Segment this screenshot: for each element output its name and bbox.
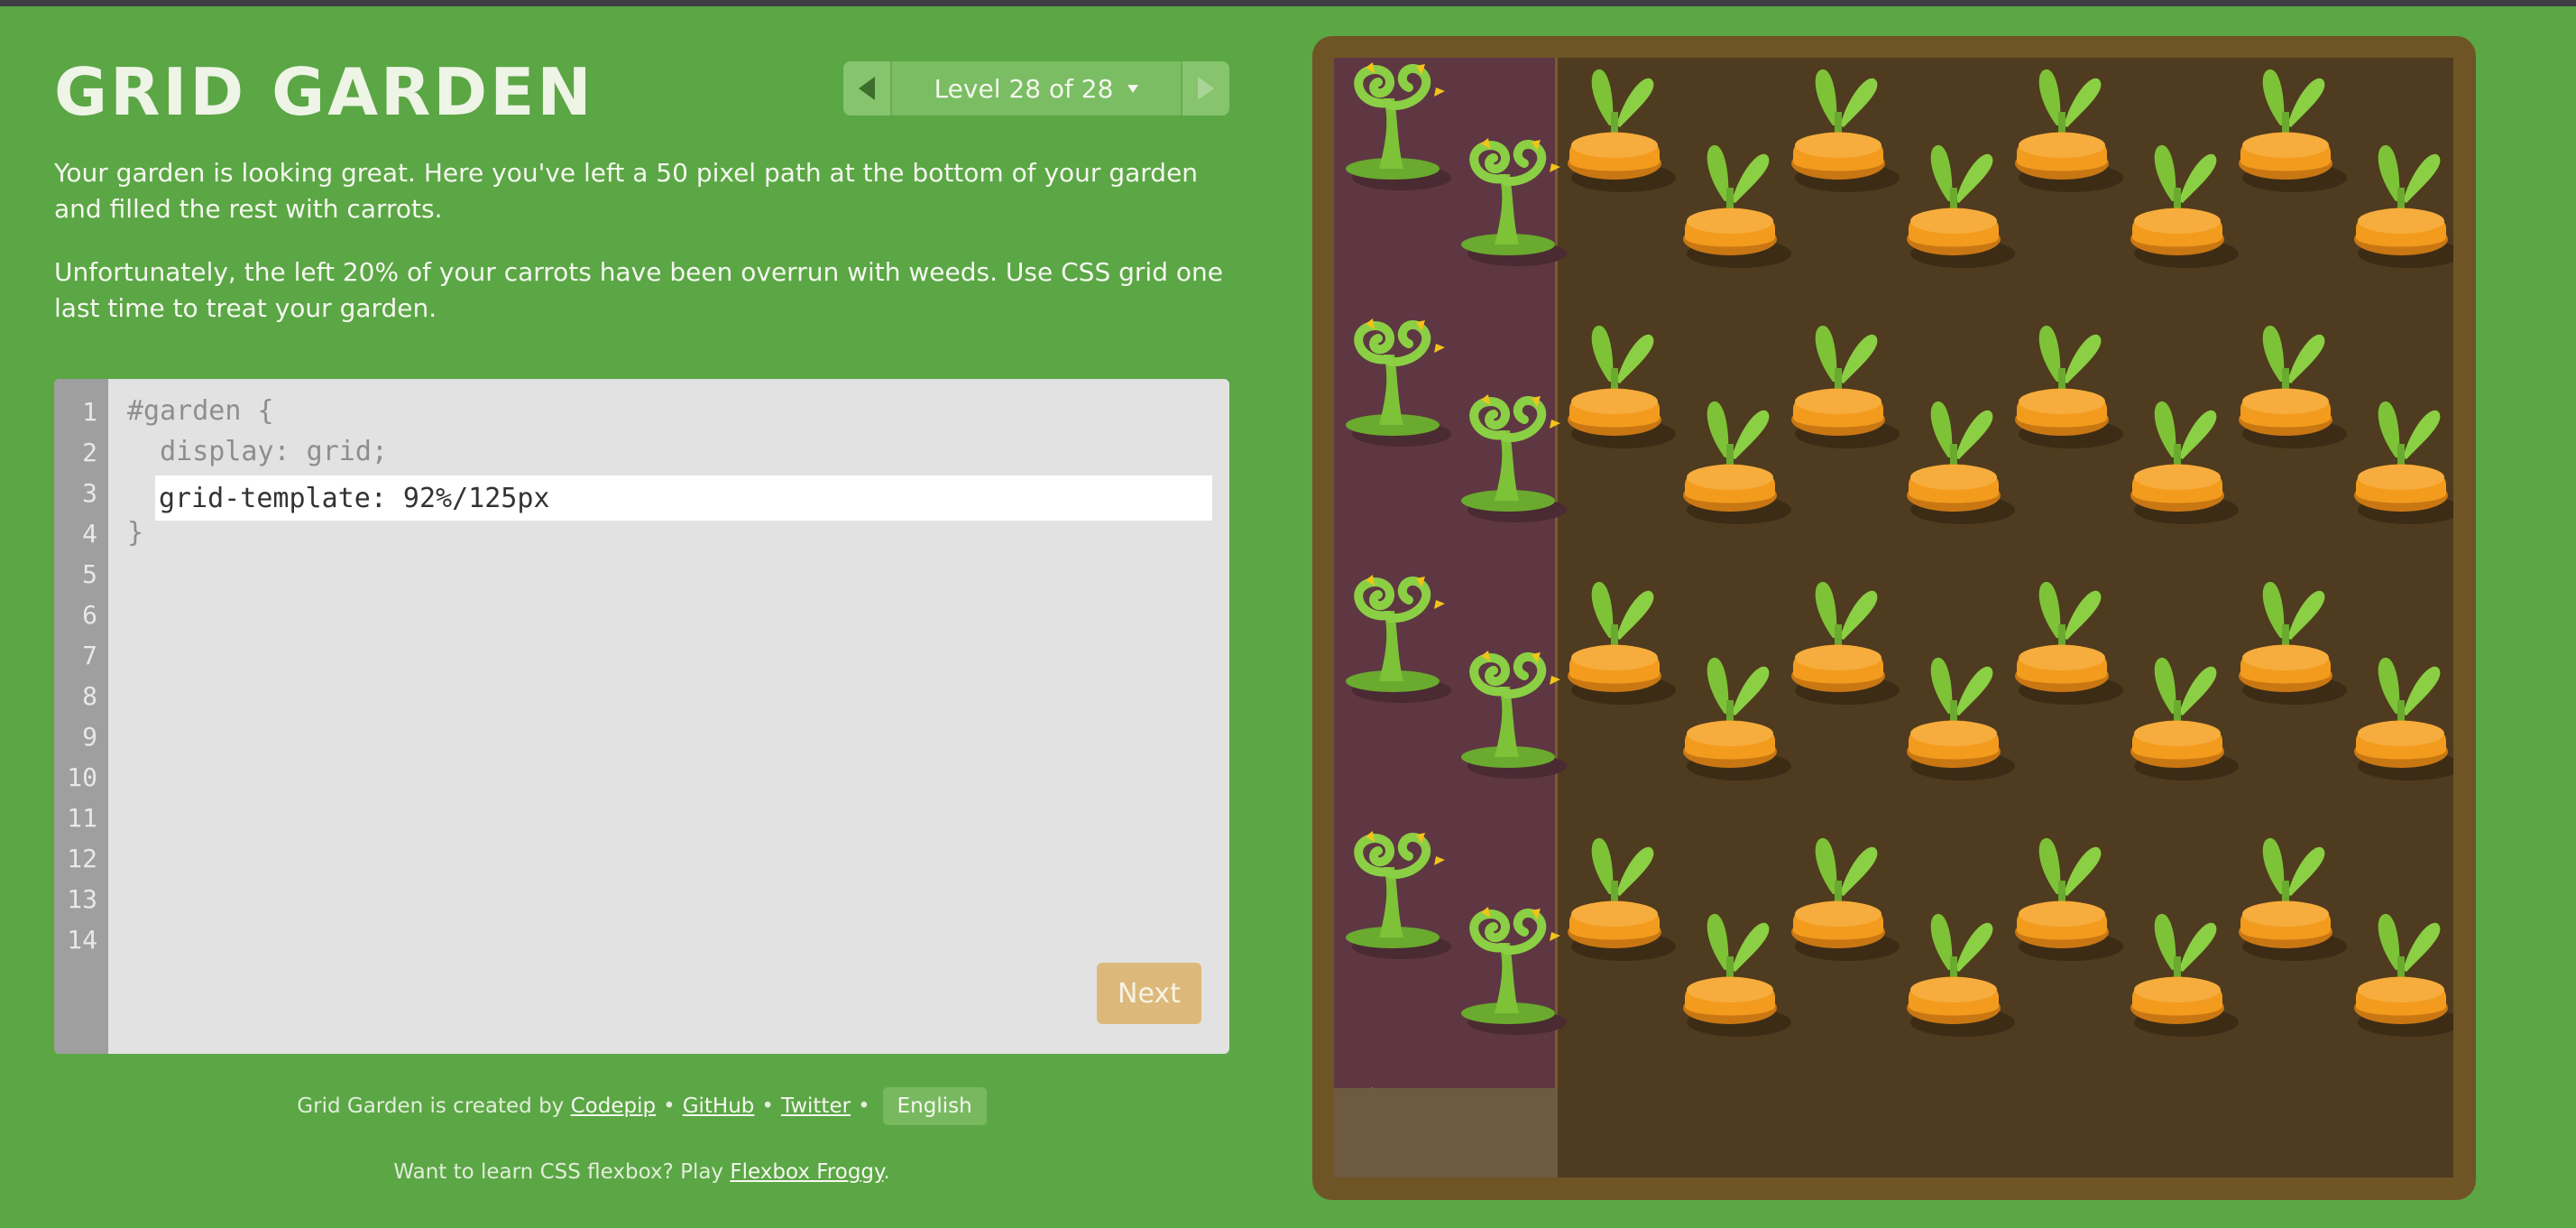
line-number: 14 bbox=[67, 925, 97, 955]
carrot-icon bbox=[2010, 1087, 2127, 1088]
carrot-icon bbox=[1786, 62, 1903, 201]
carrot-icon bbox=[1678, 651, 1795, 789]
next-button[interactable]: Next bbox=[1097, 963, 1201, 1024]
line-number: 10 bbox=[67, 762, 97, 792]
line-number: 6 bbox=[82, 600, 97, 630]
carrot-icon bbox=[1901, 138, 2019, 277]
credits-text: Grid Garden is created by bbox=[297, 1094, 565, 1118]
instruction-paragraph-1: Your garden is looking great. Here you'v… bbox=[54, 158, 1199, 224]
separator: • bbox=[761, 1094, 774, 1118]
app-title: GRID GARDEN bbox=[54, 54, 594, 130]
carrot-icon bbox=[2349, 651, 2453, 789]
caret-down-icon bbox=[1127, 84, 1139, 93]
code-line-selector: #garden { bbox=[127, 395, 274, 427]
browser-top-bar bbox=[0, 0, 2576, 6]
separator: • bbox=[858, 1094, 870, 1118]
instructions: Your garden is looking great. Here you'v… bbox=[54, 155, 1227, 354]
carrot-icon bbox=[2125, 394, 2242, 533]
flexbox-prompt: Want to learn CSS flexbox? Play bbox=[393, 1160, 724, 1184]
line-number-gutter: 1 2 3 4 5 6 7 8 9 10 11 12 13 14 bbox=[54, 379, 108, 1054]
carrot-icon bbox=[2233, 62, 2351, 201]
line-number: 3 bbox=[82, 478, 97, 508]
line-number: 2 bbox=[82, 438, 97, 467]
flexbox-promo: Want to learn CSS flexbox? Play Flexbox … bbox=[54, 1160, 1229, 1184]
carrot-icon bbox=[1562, 62, 1679, 201]
weed-icon bbox=[1339, 1087, 1474, 1088]
next-level-arrow-button[interactable] bbox=[1181, 61, 1229, 115]
line-number: 7 bbox=[82, 641, 97, 670]
carrot-icon bbox=[1562, 575, 1679, 714]
carrot-icon bbox=[1678, 138, 1795, 277]
twitter-link[interactable]: Twitter bbox=[781, 1094, 851, 1118]
carrot-icon bbox=[1786, 575, 1903, 714]
css-code-input[interactable] bbox=[155, 476, 1212, 521]
carrot-icon bbox=[2010, 831, 2127, 970]
period: . bbox=[883, 1160, 890, 1184]
carrot-icon bbox=[1901, 394, 2019, 533]
level-indicator[interactable]: Level 28 of 28 bbox=[892, 61, 1181, 115]
arrow-left-icon bbox=[859, 77, 875, 100]
garden-path bbox=[1334, 1088, 1558, 1177]
separator: • bbox=[663, 1094, 676, 1118]
carrot-icon bbox=[2233, 1087, 2351, 1088]
credits-footer: Grid Garden is created by Codepip • GitH… bbox=[54, 1087, 1229, 1125]
carrot-icon bbox=[1562, 831, 1679, 970]
flexbox-froggy-link[interactable]: Flexbox Froggy bbox=[730, 1160, 883, 1184]
carrot-icon bbox=[1901, 651, 2019, 789]
carrot-icon bbox=[1678, 394, 1795, 533]
carrot-icon bbox=[2233, 319, 2351, 457]
level-label: Level 28 of 28 bbox=[934, 73, 1114, 104]
carrot-icon bbox=[1786, 319, 1903, 457]
line-number: 1 bbox=[82, 397, 97, 427]
carrot-icon bbox=[2125, 651, 2242, 789]
carrot-icon bbox=[1786, 1087, 1903, 1088]
arrow-right-icon bbox=[1198, 77, 1214, 100]
line-number: 13 bbox=[67, 884, 97, 914]
previous-level-button[interactable] bbox=[843, 61, 892, 115]
line-number: 11 bbox=[67, 803, 97, 833]
line-number: 5 bbox=[82, 559, 97, 589]
level-navigation: Level 28 of 28 bbox=[843, 61, 1229, 115]
carrot-icon bbox=[1901, 907, 2019, 1046]
line-number: 4 bbox=[82, 519, 97, 549]
code-line-closing-brace: } bbox=[127, 517, 144, 549]
carrot-icon bbox=[2349, 907, 2453, 1046]
line-number: 9 bbox=[82, 722, 97, 752]
carrot-icon bbox=[2233, 831, 2351, 970]
carrot-icon bbox=[2010, 575, 2127, 714]
carrot-icon bbox=[2010, 62, 2127, 201]
carrot-icon bbox=[2349, 394, 2453, 533]
code-editor: 1 2 3 4 5 6 7 8 9 10 11 12 13 14 #garden… bbox=[54, 379, 1229, 1054]
github-link[interactable]: GitHub bbox=[683, 1094, 755, 1118]
line-number: 12 bbox=[67, 844, 97, 873]
codepip-link[interactable]: Codepip bbox=[571, 1094, 656, 1118]
code-line-display: display: grid; bbox=[127, 436, 388, 467]
carrot-icon bbox=[2233, 575, 2351, 714]
carrot-icon bbox=[2010, 319, 2127, 457]
line-number: 8 bbox=[82, 681, 97, 711]
instruction-paragraph-2: Unfortunately, the left 20% of your carr… bbox=[54, 257, 1223, 323]
carrot-icon bbox=[2349, 138, 2453, 277]
carrot-icon bbox=[2125, 907, 2242, 1046]
garden bbox=[1334, 58, 2453, 1177]
carrot-icon bbox=[1678, 907, 1795, 1046]
carrot-icon bbox=[1562, 319, 1679, 457]
carrot-icon bbox=[1562, 1087, 1679, 1088]
carrot-icon bbox=[1786, 831, 1903, 970]
language-selector[interactable]: English bbox=[882, 1087, 987, 1125]
carrot-icon bbox=[2125, 138, 2242, 277]
